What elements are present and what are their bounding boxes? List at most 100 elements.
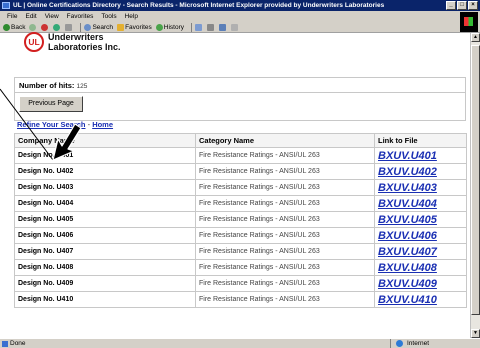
table-row: Design No. U403 Fire Resistance Ratings …	[14, 179, 467, 196]
hits-count: 125	[76, 83, 88, 90]
table-row: Design No. U405 Fire Resistance Ratings …	[14, 211, 467, 228]
category-cell: Fire Resistance Ratings - ANSI/UL 263	[195, 259, 375, 276]
status-bar: Done Internet	[0, 338, 480, 348]
internet-explorer-icon	[2, 2, 10, 9]
discuss-button[interactable]	[231, 23, 239, 31]
forward-button[interactable]	[29, 23, 37, 31]
category-cell: Fire Resistance Ratings - ANSI/UL 263	[195, 291, 375, 308]
close-button[interactable]: ×	[468, 1, 478, 10]
maximize-button[interactable]: □	[457, 1, 467, 10]
table-row: Design No. U410 Fire Resistance Ratings …	[14, 291, 467, 308]
scroll-thumb[interactable]	[471, 45, 480, 315]
mail-icon	[195, 23, 203, 31]
file-link[interactable]: BXUV.U404	[378, 198, 437, 210]
company-cell: Design No. U402	[14, 163, 196, 180]
company-cell: Design No. U405	[14, 211, 196, 228]
file-link[interactable]: BXUV.U410	[378, 294, 437, 306]
category-cell: Fire Resistance Ratings - ANSI/UL 263	[195, 195, 375, 212]
toolbar-separator	[191, 22, 193, 32]
stop-button[interactable]	[41, 23, 49, 31]
mail-button[interactable]	[195, 23, 203, 31]
company-cell: Design No. U410	[14, 291, 196, 308]
column-header-company: Company Name	[14, 133, 196, 148]
file-link[interactable]: BXUV.U409	[378, 278, 437, 290]
navigation-links: Refine Your Search - Home	[17, 120, 113, 129]
home-icon	[65, 23, 73, 31]
category-cell: Fire Resistance Ratings - ANSI/UL 263	[195, 211, 375, 228]
company-cell: Design No. U408	[14, 259, 196, 276]
search-label: Search	[92, 23, 114, 31]
home-toolbar-button[interactable]	[65, 23, 73, 31]
discuss-icon	[231, 23, 239, 31]
file-link[interactable]: BXUV.U403	[378, 182, 437, 194]
back-button[interactable]: Back	[3, 23, 25, 31]
divider	[15, 92, 465, 93]
previous-page-button[interactable]: Previous Page	[19, 96, 83, 112]
hits-label: Number of hits:	[19, 81, 75, 90]
file-link[interactable]: BXUV.U406	[378, 230, 437, 242]
results-summary-box: Number of hits: 125 Previous Page	[14, 77, 466, 121]
scroll-up-arrow-icon[interactable]: ▲	[471, 33, 480, 42]
menu-bar: File Edit View Favorites Tools Help	[0, 11, 480, 22]
column-header-link: Link to File	[374, 133, 467, 148]
category-cell: Fire Resistance Ratings - ANSI/UL 263	[195, 147, 375, 164]
status-text: Done	[0, 339, 390, 348]
file-link[interactable]: BXUV.U405	[378, 214, 437, 226]
company-cell: Design No. U404	[14, 195, 196, 212]
status-zone: Internet	[390, 339, 480, 348]
favorites-label: Favorites	[125, 23, 152, 31]
menu-file[interactable]: File	[3, 13, 21, 20]
history-icon	[155, 23, 163, 31]
print-icon	[207, 23, 215, 31]
history-label: History	[163, 23, 185, 31]
table-row: Design No. U402 Fire Resistance Ratings …	[14, 163, 467, 180]
menu-favorites[interactable]: Favorites	[63, 13, 98, 20]
print-button[interactable]	[207, 23, 215, 31]
toolbar-separator	[80, 22, 82, 32]
table-row: Design No. U401 Fire Resistance Ratings …	[14, 147, 467, 164]
menu-help[interactable]: Help	[121, 13, 142, 20]
edit-button[interactable]	[219, 23, 227, 31]
link-separator: -	[87, 120, 91, 129]
vertical-scrollbar[interactable]: ▲ ▼	[470, 33, 480, 338]
favorites-button[interactable]: Favorites	[117, 23, 152, 31]
hits-summary: Number of hits: 125	[19, 81, 87, 90]
menu-view[interactable]: View	[41, 13, 63, 20]
company-cell: Design No. U401	[14, 147, 196, 164]
file-link[interactable]: BXUV.U408	[378, 262, 437, 274]
logo-line-1: Underwriters	[48, 32, 104, 42]
minimize-button[interactable]: _	[446, 1, 456, 10]
menu-tools[interactable]: Tools	[97, 13, 120, 20]
logo-line-2: Laboratories Inc.	[48, 42, 121, 52]
results-table: Company Name Category Name Link to File …	[14, 133, 467, 308]
search-button[interactable]: Search	[84, 23, 114, 31]
refresh-button[interactable]	[53, 23, 61, 31]
file-link[interactable]: BXUV.U407	[378, 246, 437, 258]
windows-logo-icon	[460, 12, 478, 32]
refine-search-link[interactable]: Refine Your Search	[17, 120, 86, 129]
window-titlebar: UL | Online Certifications Directory - S…	[0, 0, 480, 11]
table-row: Design No. U407 Fire Resistance Ratings …	[14, 243, 467, 260]
category-cell: Fire Resistance Ratings - ANSI/UL 263	[195, 163, 375, 180]
table-row: Design No. U409 Fire Resistance Ratings …	[14, 275, 467, 292]
home-link[interactable]: Home	[92, 120, 113, 129]
ul-logo[interactable]: UL Underwriters Laboratories Inc.	[24, 32, 121, 52]
company-cell: Design No. U409	[14, 275, 196, 292]
ul-badge-icon: UL	[24, 32, 44, 52]
back-arrow-icon	[3, 23, 10, 31]
window-title: UL | Online Certifications Directory - S…	[13, 2, 385, 9]
category-cell: Fire Resistance Ratings - ANSI/UL 263	[195, 243, 375, 260]
search-icon	[84, 23, 92, 31]
favorites-icon	[117, 23, 125, 31]
menu-edit[interactable]: Edit	[21, 13, 40, 20]
column-header-category: Category Name	[195, 133, 375, 148]
category-cell: Fire Resistance Ratings - ANSI/UL 263	[195, 275, 375, 292]
stop-icon	[41, 23, 49, 31]
category-cell: Fire Resistance Ratings - ANSI/UL 263	[195, 227, 375, 244]
file-link[interactable]: BXUV.U402	[378, 166, 437, 178]
forward-arrow-icon	[29, 23, 37, 31]
history-button[interactable]: History	[155, 23, 185, 31]
table-header-row: Company Name Category Name Link to File	[14, 133, 467, 148]
file-link[interactable]: BXUV.U401	[378, 150, 437, 162]
scroll-down-arrow-icon[interactable]: ▼	[471, 329, 480, 338]
